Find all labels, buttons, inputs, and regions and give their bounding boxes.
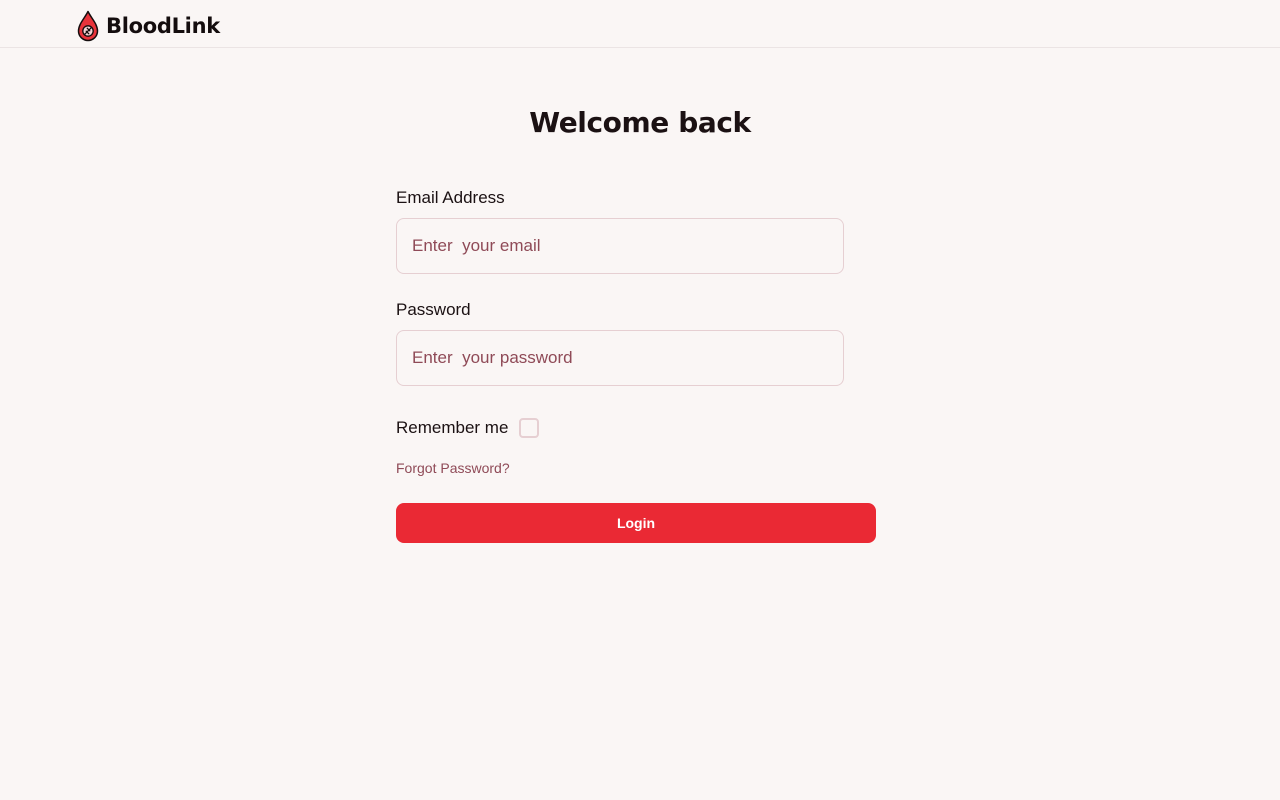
password-label: Password [396, 300, 471, 319]
remember-me-checkbox[interactable] [519, 418, 540, 438]
remember-me-row: Remember me [396, 415, 540, 441]
forgot-password-link[interactable]: Forgot Password? [396, 460, 510, 476]
brand-home-link[interactable]: BloodLink [77, 10, 220, 42]
page-title: Welcome back [529, 106, 751, 139]
email-input[interactable] [396, 218, 844, 274]
brand-name: BloodLink [106, 14, 220, 38]
top-bar: BloodLink [0, 0, 1280, 48]
email-label: Email Address [396, 188, 505, 207]
blood-drop-icon [77, 10, 99, 42]
remember-me-label: Remember me [396, 418, 509, 437]
password-input[interactable] [396, 330, 844, 386]
login-button[interactable]: Login [396, 503, 876, 543]
